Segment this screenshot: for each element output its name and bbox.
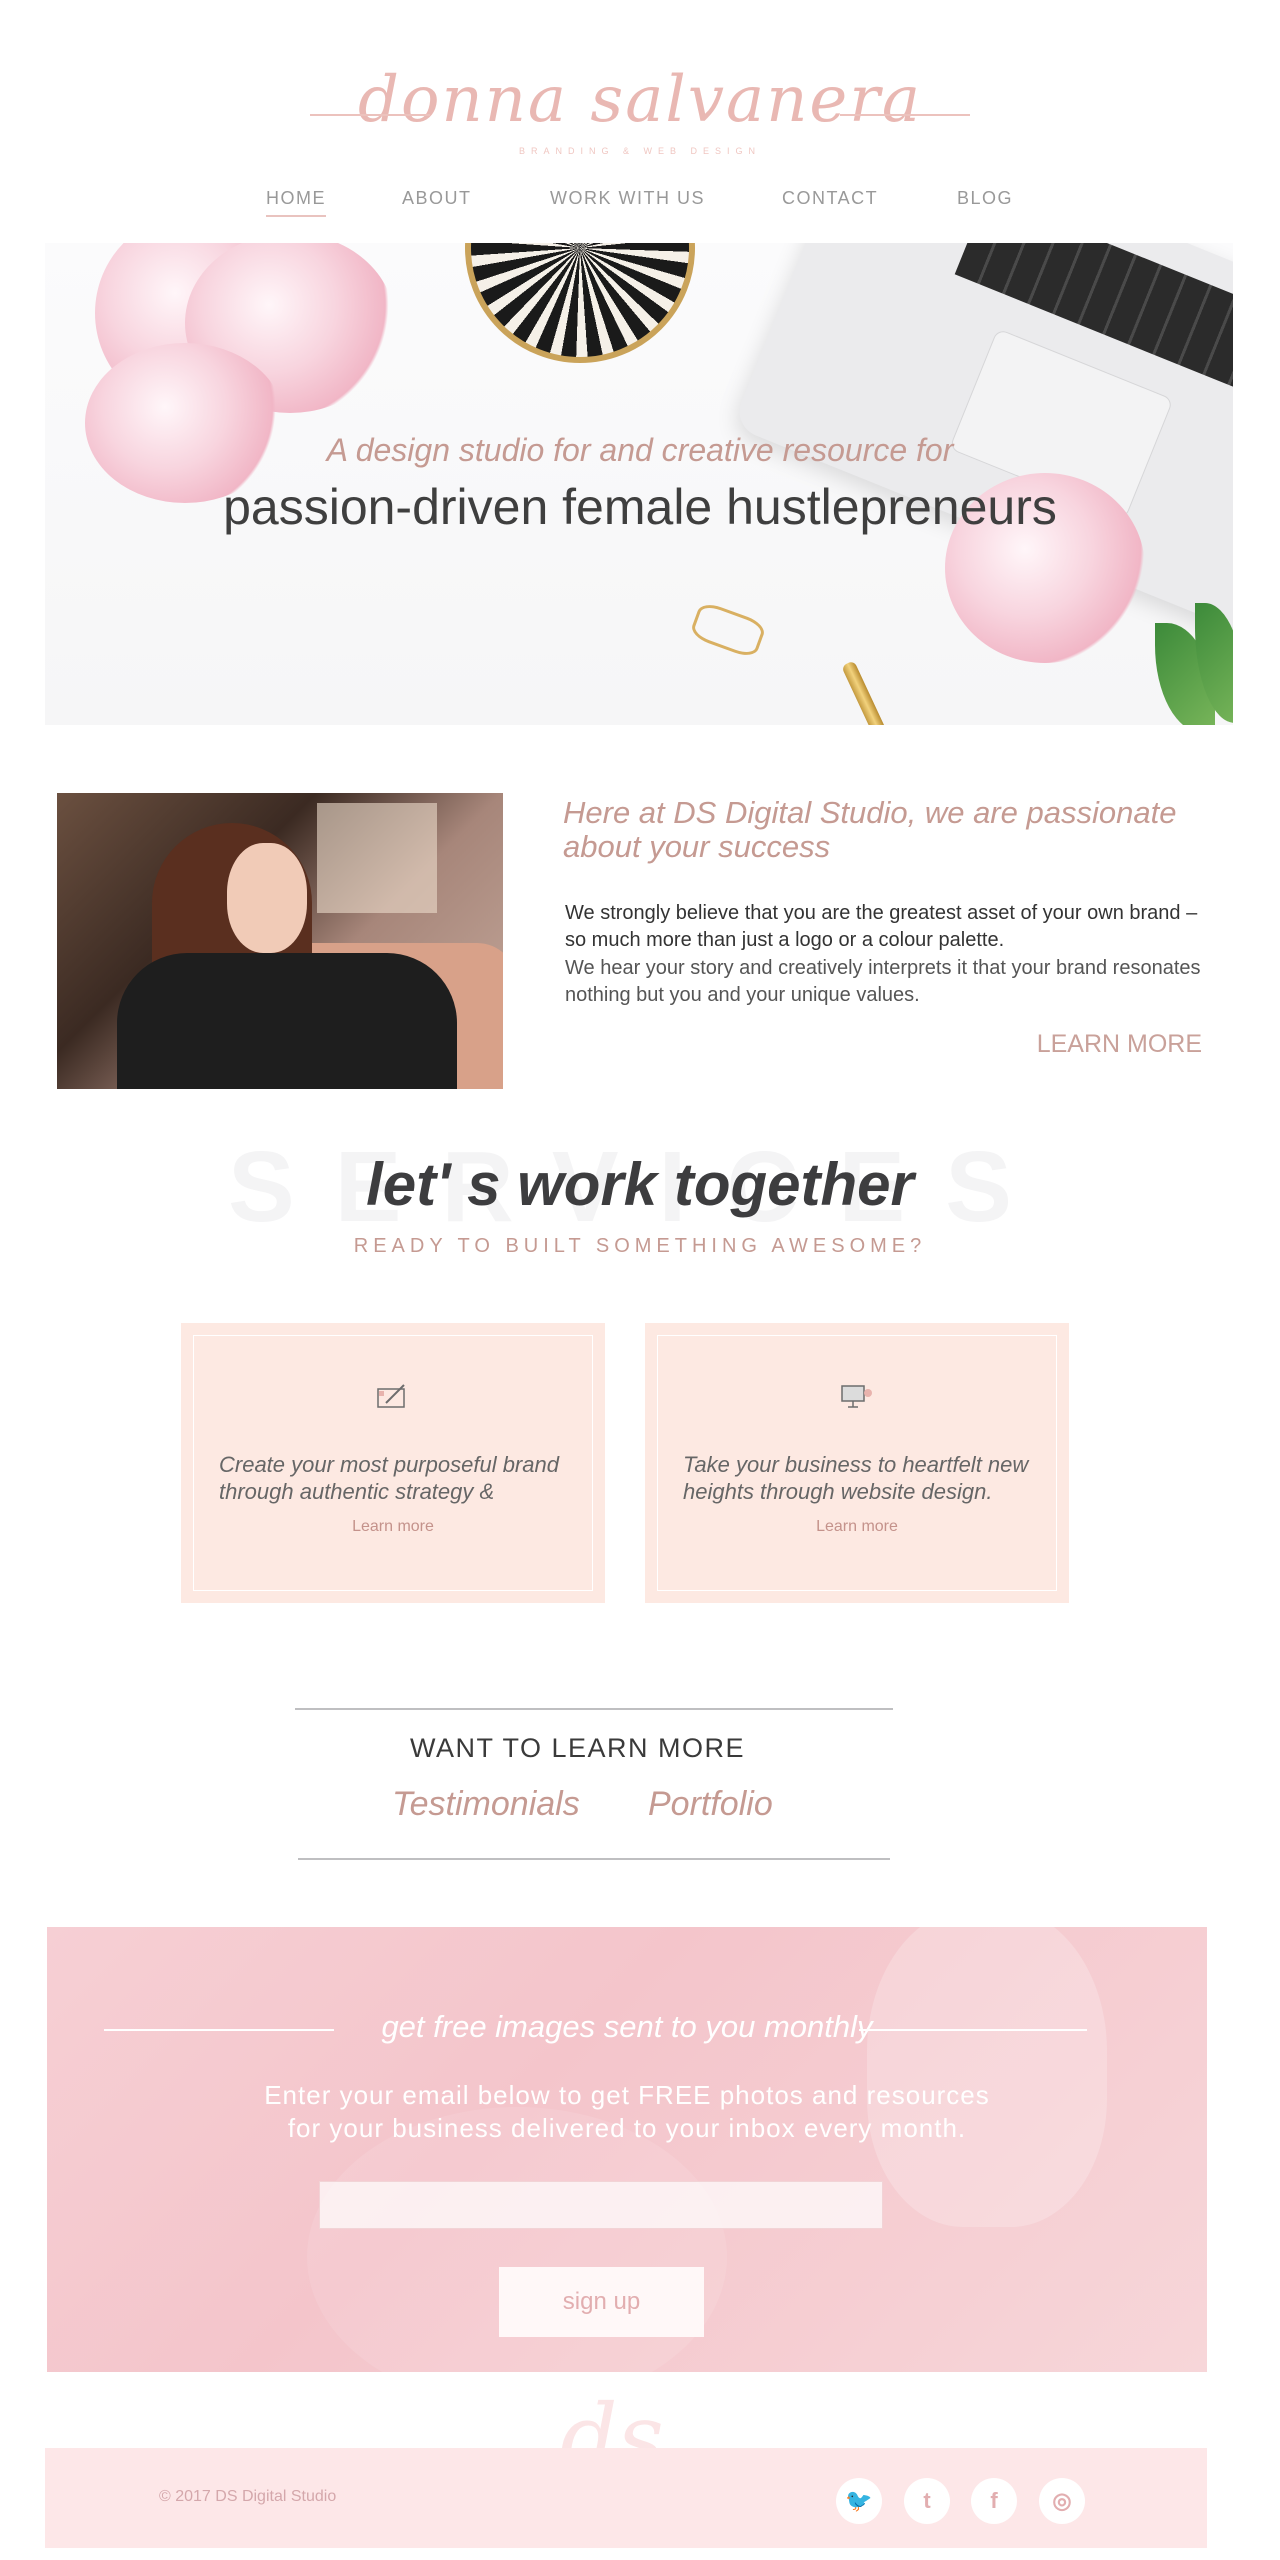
nav-contact[interactable]: CONTACT <box>782 188 878 215</box>
newsletter-text-line-1: Enter your email below to get FREE photo… <box>264 2080 990 2110</box>
logo-swash-right <box>840 114 970 116</box>
site-footer: © 2017 DS Digital Studio 🐦 t f ◎ <box>45 2448 1207 2548</box>
email-input[interactable] <box>319 2181 883 2229</box>
photo-window <box>317 803 437 913</box>
site-logo[interactable]: donna salvanera BRANDING & WEB DESIGN <box>300 50 980 170</box>
logo-text: donna salvanera <box>357 63 923 137</box>
nav-home[interactable]: HOME <box>266 188 326 217</box>
main-nav: HOME ABOUT WORK WITH US CONTACT BLOG <box>0 188 1280 218</box>
service-card-text: Take your business to heartfelt new heig… <box>683 1452 1029 1504</box>
facebook-icon[interactable]: f <box>971 2478 1017 2524</box>
portfolio-link[interactable]: Portfolio <box>648 1785 773 1824</box>
instagram-icon[interactable]: ◎ <box>1039 2478 1085 2524</box>
tumblr-icon[interactable]: t <box>904 2478 950 2524</box>
monitor-design-icon <box>840 1383 874 1409</box>
photo-person-face <box>227 843 307 953</box>
pink-vase-image <box>867 1927 1107 2227</box>
nav-work-with-us[interactable]: WORK WITH US <box>550 188 705 215</box>
about-paragraph-1: We strongly believe that you are the gre… <box>565 902 1198 951</box>
sign-up-button[interactable]: sign up <box>499 2267 704 2337</box>
newsletter-title: get free images sent to you monthly <box>381 2009 873 2044</box>
divider-bottom <box>298 1858 890 1860</box>
nav-blog[interactable]: BLOG <box>957 188 1013 215</box>
services-title: let' s work together <box>366 1151 914 1218</box>
pencil-notepad-icon <box>376 1383 410 1409</box>
learn-more-heading: WANT TO LEARN MORE <box>409 1733 746 1763</box>
newsletter-text-line-2: for your business delivered to your inbo… <box>287 2113 967 2143</box>
gold-clip-image <box>688 600 768 660</box>
nav-about[interactable]: ABOUT <box>402 188 472 215</box>
gold-pen-image <box>841 660 947 725</box>
service-card-learn-more[interactable]: Learn more <box>645 1518 1069 1536</box>
service-card-branding[interactable]: Create your most purposeful brand throug… <box>181 1323 605 1603</box>
photo-person-jacket <box>117 953 457 1089</box>
about-photo <box>57 793 503 1089</box>
hero-tagline: A design studio for and creative resourc… <box>326 432 954 468</box>
learn-more-link[interactable]: LEARN MORE <box>1020 1030 1202 1059</box>
hero-heading: passion-driven female hustlepreneurs <box>223 479 1057 535</box>
service-card-learn-more[interactable]: Learn more <box>181 1518 605 1536</box>
newsletter-section: get free images sent to you monthly Ente… <box>47 1927 1207 2372</box>
copyright-text: © 2017 DS Digital Studio <box>159 2488 337 2505</box>
logo-subtitle: BRANDING & WEB DESIGN <box>518 146 761 156</box>
divider-top <box>295 1708 893 1710</box>
logo-swash-left <box>310 114 430 116</box>
newsletter-description: Enter your email below to get FREE photo… <box>47 2079 1207 2145</box>
service-card-text: Create your most purposeful brand throug… <box>219 1452 559 1504</box>
twitter-icon[interactable]: 🐦 <box>836 2478 882 2524</box>
services-subtitle: READY TO BUILT SOMETHING AWESOME? <box>353 1235 927 1257</box>
service-card-web-design[interactable]: Take your business to heartfelt new heig… <box>645 1323 1069 1603</box>
testimonials-link[interactable]: Testimonials <box>392 1785 580 1824</box>
about-heading: Here at DS Digital Studio, we are passio… <box>563 795 1177 864</box>
decorative-plate-image <box>465 243 695 363</box>
about-paragraph-2: We hear your story and creatively interp… <box>565 957 1201 1006</box>
